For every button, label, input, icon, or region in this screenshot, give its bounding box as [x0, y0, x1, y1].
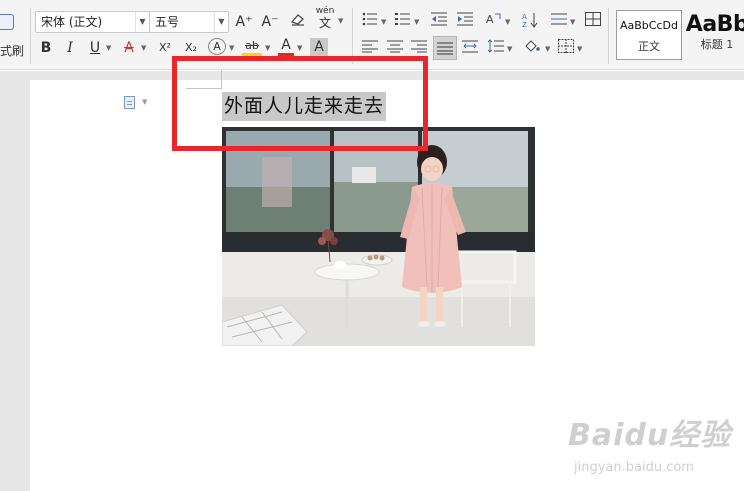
document-icon[interactable] [124, 96, 135, 109]
superscript-button[interactable]: X² [155, 38, 175, 58]
style-normal[interactable]: AaBbCcDd 正文 [616, 10, 682, 60]
format-painter-label: 式刷 [0, 44, 25, 58]
shading-button[interactable] [522, 39, 542, 59]
svg-text:A: A [522, 13, 527, 21]
style-sample: AaBb [685, 12, 744, 37]
line-spacing-button[interactable] [487, 39, 505, 59]
ribbon-separator [30, 8, 31, 64]
table-grid-icon [585, 12, 601, 26]
chevron-down-icon[interactable]: ▼ [505, 12, 510, 32]
chevron-down-icon[interactable]: ▼ [135, 12, 149, 32]
font-size-select[interactable]: 五号 ▼ [149, 11, 229, 33]
italic-button[interactable]: I [62, 38, 78, 58]
inserted-photo[interactable] [222, 127, 535, 346]
clear-format-button[interactable] [288, 12, 308, 32]
ribbon-separator [608, 8, 609, 64]
text-direction-button[interactable]: A [484, 12, 502, 32]
phonetic-char: 文 [318, 16, 331, 30]
sort-icon: AZ [522, 13, 538, 29]
align-center-icon [387, 40, 403, 53]
justify-button[interactable] [433, 36, 457, 60]
chevron-down-icon[interactable]: ▼ [545, 39, 550, 59]
numbered-list-button[interactable] [395, 12, 411, 32]
paint-bucket-icon [525, 40, 540, 52]
line-spacing-toggle-button[interactable] [550, 12, 568, 32]
chevron-down-icon[interactable]: ▼ [141, 38, 146, 58]
paragraph-spacing-icon [551, 13, 567, 25]
chevron-down-icon[interactable]: ▼ [265, 38, 270, 58]
font-color-button[interactable]: A [278, 38, 294, 56]
font-name-value: 宋体 (正文) [41, 15, 103, 29]
outdent-icon [431, 12, 447, 26]
annotation-highlight-box [172, 56, 428, 151]
distributed-align-icon [462, 40, 478, 53]
font-size-value: 五号 [155, 15, 180, 29]
phonetic-pinyin: wén [315, 6, 335, 16]
borders-button[interactable] [557, 39, 575, 59]
bullet-list-icon [362, 12, 377, 26]
text-direction-icon: A [486, 13, 501, 26]
eraser-icon [290, 14, 304, 26]
shrink-font-button[interactable]: A⁻ [260, 12, 280, 32]
strikethrough-button[interactable]: A [120, 38, 138, 58]
photo-illustration [222, 127, 535, 346]
baidu-watermark: Baidu经验 jingyan.baidu.com [568, 410, 738, 480]
align-right-icon [411, 40, 427, 53]
format-painter-icon [0, 14, 14, 30]
chevron-down-icon[interactable]: ▼ [229, 38, 234, 58]
bold-button[interactable]: B [38, 38, 54, 58]
show-hide-marks-button[interactable] [584, 12, 602, 32]
distributed-align-button[interactable] [461, 39, 479, 59]
chevron-down-icon[interactable]: ▼ [106, 38, 111, 58]
chevron-down-icon[interactable]: ▼ [414, 12, 419, 32]
style-name: 标题 1 [700, 38, 734, 51]
increase-indent-button[interactable] [456, 12, 474, 32]
svg-text:Z: Z [522, 21, 527, 28]
border-icon [558, 39, 574, 53]
line-spacing-icon [487, 39, 504, 53]
style-name: 正文 [638, 40, 660, 53]
chevron-down-icon[interactable]: ▼ [338, 11, 343, 31]
bullet-list-button[interactable] [362, 12, 378, 32]
format-painter-button[interactable]: 式刷 [0, 8, 26, 64]
align-left-icon [362, 40, 378, 53]
watermark-url: jingyan.baidu.com [574, 460, 694, 475]
sort-button[interactable]: AZ [520, 12, 540, 32]
underline-button[interactable]: U [87, 38, 103, 58]
text-effect-button[interactable]: A [208, 38, 226, 55]
grow-font-button[interactable]: A⁺ [234, 12, 254, 32]
svg-text:A: A [486, 13, 494, 26]
chevron-down-icon[interactable]: ▼ [297, 38, 302, 58]
char-shading-button[interactable]: A [310, 38, 328, 56]
style-sample: AaBbCcDd [620, 19, 678, 32]
chevron-down-icon[interactable]: ▼ [507, 39, 512, 59]
chevron-down-icon[interactable]: ▼ [142, 98, 147, 106]
watermark-brand: Baidu经验 [568, 418, 732, 453]
font-name-select[interactable]: 宋体 (正文) ▼ [35, 11, 150, 33]
subscript-button[interactable]: X₂ [181, 38, 201, 58]
chevron-down-icon[interactable]: ▼ [577, 39, 582, 59]
indent-icon [457, 12, 473, 26]
phonetic-guide-button[interactable]: wén 文 [314, 6, 336, 36]
chevron-down-icon[interactable]: ▼ [381, 12, 386, 32]
chevron-down-icon[interactable]: ▼ [214, 12, 228, 32]
decrease-indent-button[interactable] [430, 12, 448, 32]
highlight-button[interactable]: ab [242, 38, 262, 56]
numbered-list-icon [395, 13, 410, 25]
chevron-down-icon[interactable]: ▼ [570, 12, 575, 32]
align-justify-icon [437, 42, 453, 55]
style-heading-1[interactable]: AaBb 标题 1 [684, 10, 744, 60]
